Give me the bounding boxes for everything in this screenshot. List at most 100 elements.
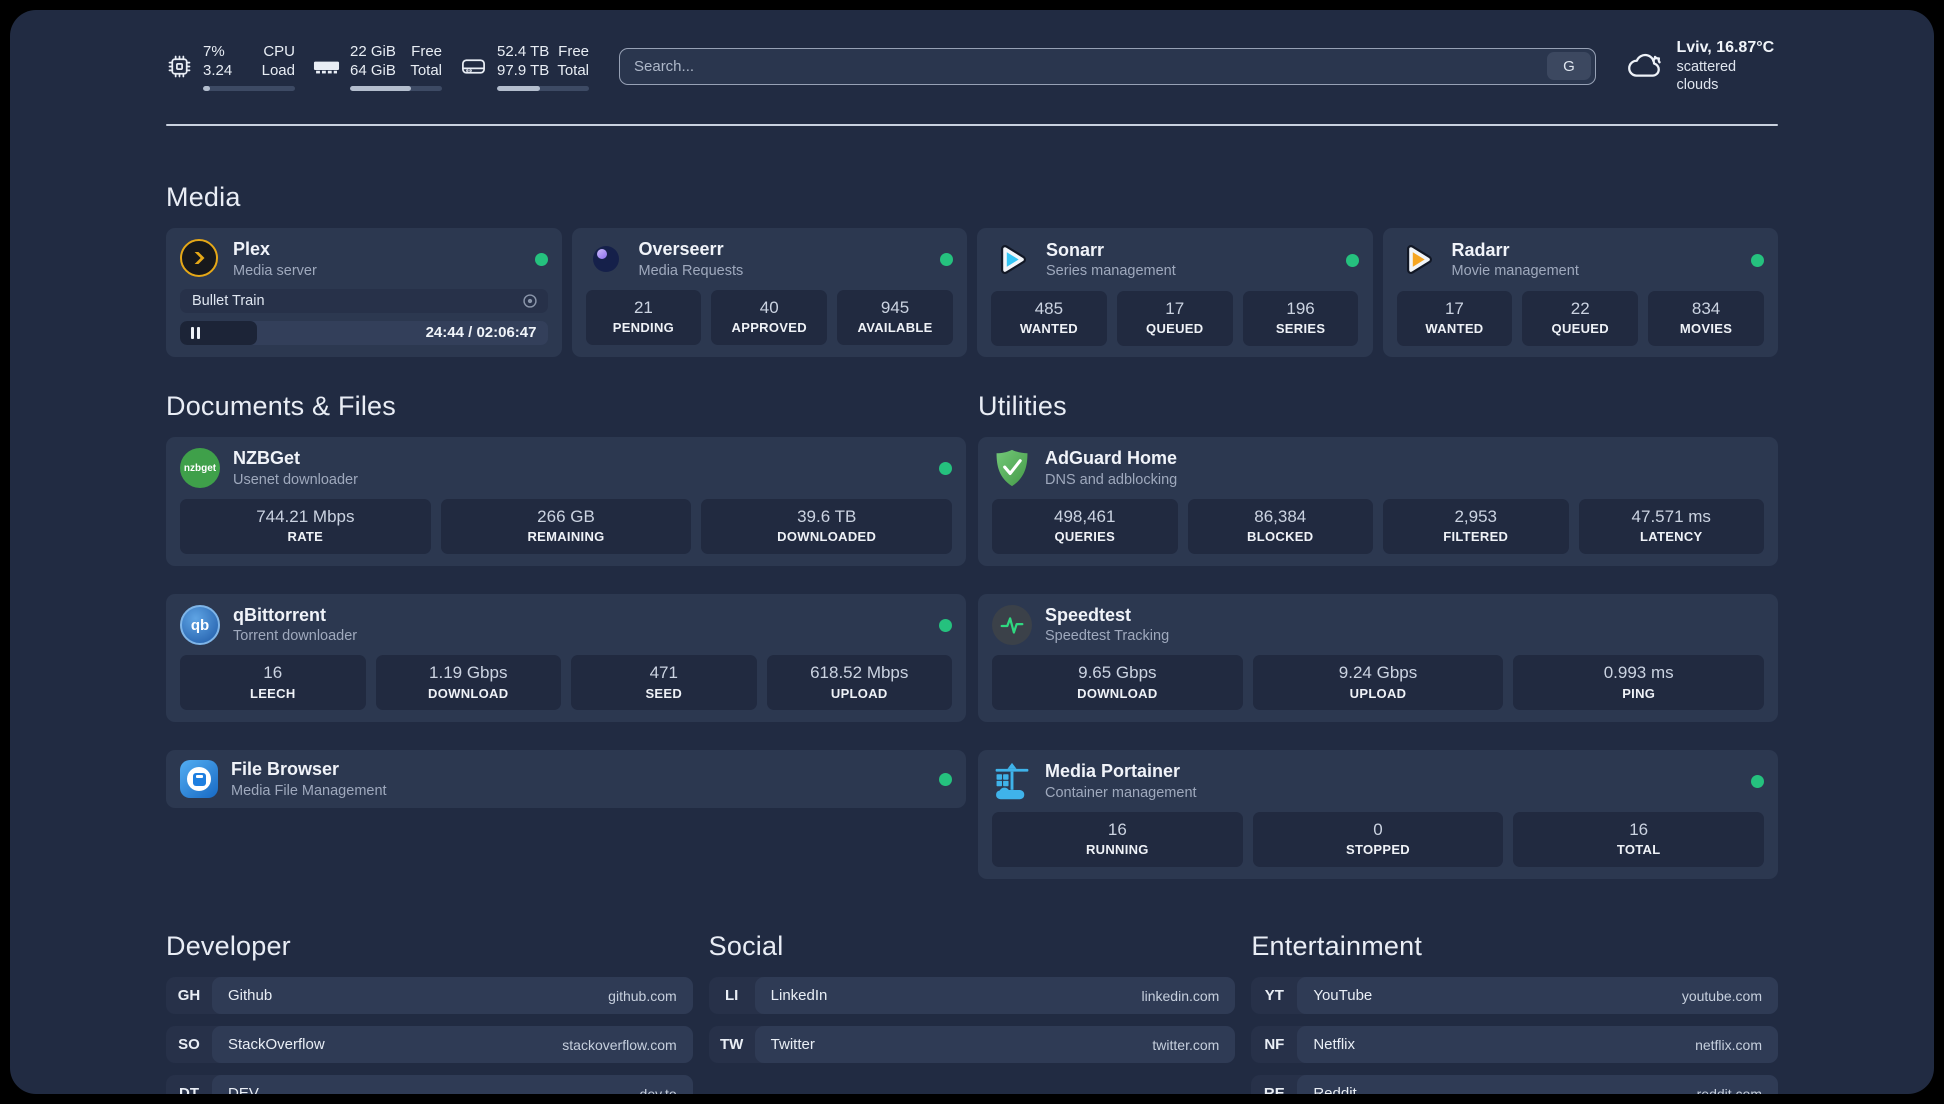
stat-tile: 1.19 Gbps DOWNLOAD (375, 655, 561, 711)
bookmark-stackoverflow[interactable]: SO StackOverflow stackoverflow.com (166, 1026, 693, 1064)
stat-tile: 266 GB REMAINING (440, 498, 692, 554)
app-subtitle: Media Requests (638, 262, 744, 279)
sonarr-card[interactable]: Sonarr Series management 485 WANTED 17 QUE… (977, 228, 1373, 357)
app-title: File Browser (231, 759, 340, 780)
disk-labels: Free Total (557, 42, 589, 80)
now-playing-title: Bullet Train (192, 292, 265, 309)
stat-tile: 86,384 BLOCKED (1187, 498, 1373, 554)
search-input[interactable] (620, 48, 1547, 84)
stat-label: UPLOAD (830, 685, 888, 701)
bookmark-url: dev.to (639, 1085, 677, 1094)
section-title-developer: Developer (166, 931, 291, 962)
bookmark-name: DEV (228, 1085, 259, 1094)
bookmark-url: github.com (608, 987, 677, 1004)
stat-value: 0.993 ms (1603, 663, 1674, 683)
disk-icon (460, 53, 487, 80)
stat-label: WANTED (1425, 321, 1484, 337)
app-subtitle: Container management (1045, 785, 1197, 801)
overseerr-card[interactable]: Overseerr Media Requests 21 PENDING 40 APP… (571, 228, 967, 357)
stat-tile: 498,461 QUERIES (992, 498, 1178, 554)
radarr-card[interactable]: Radarr Movie management 17 WANTED 22 QUEUE… (1382, 228, 1778, 357)
bookmark-url: netflix.com (1695, 1036, 1762, 1053)
app-subtitle: Usenet downloader (233, 471, 358, 488)
app-subtitle: Media File Management (231, 782, 387, 799)
status-dot (940, 252, 953, 266)
bookmark-netflix[interactable]: NF Netflix netflix.com (1251, 1026, 1778, 1064)
bookmark-reddit[interactable]: RE Reddit reddit.com (1251, 1075, 1778, 1094)
stat-label: PING (1622, 685, 1656, 701)
portainer-card[interactable]: Media Portainer Container management 16 R… (978, 750, 1778, 880)
nzbget-icon: nzbget (180, 448, 220, 489)
stat-label: STOPPED (1346, 842, 1410, 858)
stat-value: 40 (759, 298, 779, 318)
stat-tile: 945 AVAILABLE (837, 290, 953, 345)
ram-values: 22 GiB 64 GiB (350, 42, 396, 80)
stat-label: DOWNLOADED (777, 528, 877, 544)
stat-tile: 2,953 FILTERED (1383, 498, 1569, 554)
stat-tile: 39.6 TB DOWNLOADED (701, 498, 953, 554)
ram-labels: Free Total (410, 42, 442, 80)
search-bar[interactable]: G (619, 47, 1596, 85)
portainer-crane-icon (992, 762, 1032, 802)
stat-label: LEECH (249, 685, 296, 701)
speedtest-pulse-icon (992, 605, 1032, 646)
app-title: Sonarr (1046, 239, 1105, 260)
filebrowser-card[interactable]: File Browser Media File Management (166, 750, 966, 809)
bookmark-dev[interactable]: DT DEV dev.to (166, 1075, 693, 1094)
cpu-chip-icon (166, 53, 193, 80)
stat-tile: 0 STOPPED (1252, 812, 1504, 868)
stat-tile: 0.993 ms PING (1513, 655, 1765, 711)
plex-card[interactable]: Plex Media server Bullet Train 24:44 / 0… (166, 228, 562, 357)
bookmark-url: twitter.com (1152, 1036, 1220, 1053)
bookmark-name: Reddit (1313, 1085, 1357, 1094)
status-dot (939, 772, 952, 786)
bookmark-linkedin[interactable]: LI LinkedIn linkedin.com (708, 977, 1236, 1015)
bookmark-abbr: DT (179, 1085, 199, 1094)
bookmark-github[interactable]: GH Github github.com (166, 977, 693, 1015)
app-title: Speedtest (1045, 604, 1132, 625)
bookmark-twitter[interactable]: TW Twitter twitter.com (708, 1026, 1236, 1064)
bookmark-name: Twitter (770, 1036, 815, 1054)
qbittorrent-icon: qb (180, 605, 220, 646)
stat-tile: 40 APPROVED (711, 290, 828, 345)
speedtest-card[interactable]: Speedtest Speedtest Tracking 9.65 Gbps DO… (978, 593, 1778, 723)
bookmark-abbr: YT (1264, 987, 1284, 1005)
stat-tile: 834 MOVIES (1648, 291, 1764, 346)
stat-tile: 16 TOTAL (1513, 812, 1765, 868)
bookmark-url: linkedin.com (1141, 987, 1220, 1004)
stat-value: 9.24 Gbps (1338, 663, 1418, 683)
stat-label: UPLOAD (1349, 685, 1407, 701)
pause-button[interactable] (191, 326, 200, 339)
adguard-card[interactable]: AdGuard Home DNS and adblocking 498,461 Q… (978, 437, 1778, 566)
bookmark-name: YouTube (1313, 987, 1373, 1005)
stat-label: DOWNLOAD (1077, 685, 1158, 701)
stat-label: RUNNING (1085, 842, 1149, 858)
system-monitors: 7% 3.24 CPU Load 22 GiB 64 GiB Free Tota… (166, 42, 589, 91)
stat-label: WANTED (1019, 321, 1078, 337)
stat-tile: 618.52 Mbps UPLOAD (766, 655, 952, 711)
qbittorrent-card[interactable]: qb qBittorrent Torrent downloader 16 LEEC… (166, 593, 966, 723)
stat-tile: 21 PENDING (585, 290, 702, 345)
stat-value: 17 (1444, 299, 1464, 318)
app-title: Media Portainer (1045, 761, 1181, 782)
bookmark-abbr: LI (724, 987, 739, 1005)
stat-value: 266 GB (537, 506, 595, 526)
cpu-progressbar (203, 85, 295, 91)
weather-widget: Lviv, 16.87°C scattered clouds (1626, 38, 1778, 94)
stat-label: PENDING (612, 320, 675, 336)
stat-value: 47.571 ms (1631, 506, 1711, 526)
stat-value: 39.6 TB (797, 506, 857, 526)
now-playing-bar: Bullet Train (180, 288, 548, 313)
nzbget-card[interactable]: nzbget NZBGet Usenet downloader 744.21 M… (166, 437, 966, 566)
app-title: NZBGet (233, 448, 300, 468)
cpu-labels: CPU Load (261, 42, 295, 80)
stat-value: 2,953 (1454, 506, 1498, 526)
stat-value: 16 (1629, 820, 1649, 840)
app-subtitle: Series management (1046, 263, 1176, 280)
search-engine-button[interactable]: G (1547, 52, 1591, 80)
stat-value: 485 (1034, 299, 1064, 318)
bookmark-youtube[interactable]: YT YouTube youtube.com (1251, 977, 1778, 1015)
playback-time: 24:44 / 02:06:47 (425, 324, 537, 342)
filebrowser-icon (180, 760, 218, 799)
stat-value: 618.52 Mbps (810, 663, 909, 683)
